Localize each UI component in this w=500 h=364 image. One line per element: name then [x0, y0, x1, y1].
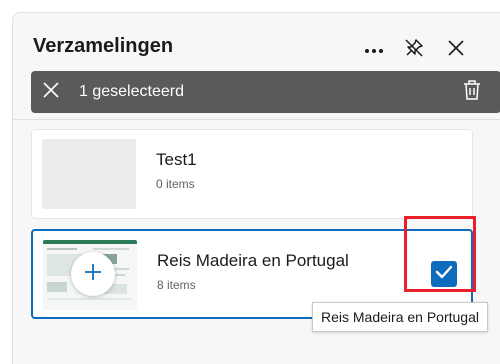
selection-bar: 1 geselecteerd: [31, 71, 500, 113]
clear-selection-button[interactable]: [39, 80, 63, 104]
collection-count: 8 items: [157, 278, 196, 292]
delete-button[interactable]: [459, 79, 485, 105]
more-icon: [364, 41, 384, 59]
close-icon: [447, 39, 465, 62]
trash-icon: [462, 79, 482, 106]
unpin-button[interactable]: [399, 35, 429, 65]
close-icon: [43, 81, 59, 103]
collection-card[interactable]: Test1 0 items: [31, 129, 473, 219]
selection-count: 1 geselecteerd: [79, 83, 184, 100]
close-panel-button[interactable]: [441, 35, 471, 65]
collection-name: Reis Madeira en Portugal: [157, 251, 349, 270]
highlight-box: [404, 216, 476, 292]
collection-count: 0 items: [156, 177, 195, 191]
collection-name: Test1: [156, 150, 197, 169]
collection-thumbnail: [43, 240, 137, 310]
unpin-icon: [403, 37, 425, 64]
more-options-button[interactable]: [359, 35, 389, 65]
tooltip: Reis Madeira en Portugal: [312, 302, 488, 332]
collection-thumbnail: [42, 139, 136, 209]
divider: [13, 119, 500, 120]
panel-title: Verzamelingen: [33, 35, 174, 57]
add-button[interactable]: [71, 252, 115, 296]
plus-icon: [83, 262, 103, 287]
